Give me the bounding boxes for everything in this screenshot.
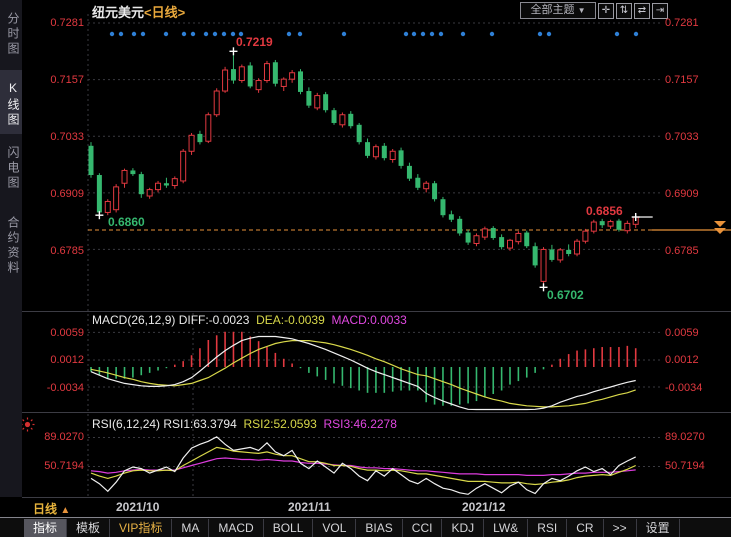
chevron-down-icon: ▼: [578, 6, 586, 15]
y-label-left: 0.6909: [24, 188, 84, 200]
rsi-header: RSI(6,12,24) RSI1:63.3794 RSI2:52.0593 R…: [92, 417, 397, 431]
macd-dea-value: DEA:-0.0039: [256, 313, 325, 327]
toolbar-item-bias[interactable]: BIAS: [356, 519, 402, 537]
toolbar-item-cr[interactable]: CR: [567, 519, 603, 537]
y-label-right: 0.7157: [665, 74, 699, 86]
toolbar-item-rsi[interactable]: RSI: [528, 519, 567, 537]
indicator-toolbar: 指标 模板 VIP指标 MA MACD BOLL VOL BIAS CCI KD…: [0, 517, 731, 537]
zoom-vertical-icon[interactable]: ⇅: [616, 3, 632, 19]
triangle-up-icon: ▲: [60, 505, 70, 516]
y-label-right: 0.6909: [665, 188, 699, 200]
macd-y-label-left: -0.0034: [24, 382, 84, 394]
toolbar-item-vip-indicators[interactable]: VIP指标: [110, 519, 172, 537]
toolbar-item-kdj[interactable]: KDJ: [442, 519, 484, 537]
period-label: 日线: [33, 502, 57, 516]
low-price-annotation: 0.6702: [547, 288, 584, 302]
toolbar-item-templates[interactable]: 模板: [67, 519, 110, 537]
rsi2-value: RSI2:52.0593: [243, 417, 316, 431]
crosshair-icon[interactable]: ✛: [598, 3, 614, 19]
y-label-left: 0.6785: [24, 245, 84, 257]
chart-title: 纽元美元<日线>: [92, 2, 185, 22]
theme-dropdown[interactable]: 全部主题 ▼: [520, 2, 596, 19]
y-label-left: 0.7281: [24, 17, 84, 29]
zoom-horizontal-icon[interactable]: ⇄: [634, 3, 650, 19]
indicator-settings-sun-icon[interactable]: [20, 417, 35, 432]
y-label-left: 0.7033: [24, 131, 84, 143]
x-axis-date: 2021/10: [116, 500, 159, 514]
toolbar-item-macd[interactable]: MACD: [209, 519, 263, 537]
toolbar-item-vol[interactable]: VOL: [313, 519, 356, 537]
sidebar-item-contract-info[interactable]: 合约资料: [0, 208, 22, 284]
chart-canvas[interactable]: [0, 0, 731, 537]
macd-bar-value: MACD:0.0033: [331, 313, 406, 327]
macd-header: MACD(26,12,9) DIFF:-0.0023 DEA:-0.0039 M…: [92, 313, 407, 327]
y-label-right: 0.7033: [665, 131, 699, 143]
macd-y-label-left: 0.0059: [24, 327, 84, 339]
macd-y-label-right: 0.0012: [665, 354, 699, 366]
rsi3-value: RSI3:46.2278: [324, 417, 397, 431]
macd-params-diff: MACD(26,12,9) DIFF:-0.0023: [92, 313, 249, 327]
sidebar-item-lightning-chart[interactable]: 闪电图: [0, 140, 22, 196]
panel-divider: [22, 412, 731, 413]
y-label-right: 0.6785: [665, 245, 699, 257]
y-label-right: 0.7281: [665, 17, 699, 29]
period-tag: <日线>: [144, 5, 185, 20]
symbol-name: 纽元美元: [92, 5, 144, 20]
trading-terminal: 分时图 K线图 闪电图 合约资料 纽元美元<日线> 全部主题 ▼ ✛ ⇅ ⇄ ⇥…: [0, 0, 731, 537]
rsi-y-label-right: 50.7194: [665, 460, 705, 472]
panel-divider: [22, 311, 731, 312]
toolbar-item-more[interactable]: >>: [604, 519, 637, 537]
macd-y-label-left: 0.0012: [24, 354, 84, 366]
theme-dropdown-label: 全部主题: [531, 4, 575, 16]
support-price-annotation: 0.6860: [108, 215, 145, 229]
macd-y-label-right: 0.0059: [665, 327, 699, 339]
x-axis-date: 2021/12: [462, 500, 505, 514]
sidebar-item-time-chart[interactable]: 分时图: [0, 6, 22, 62]
rsi-y-label-left: 89.0270: [16, 431, 84, 443]
rsi-params-rsi1: RSI(6,12,24) RSI1:63.3794: [92, 417, 237, 431]
sidebar-item-kline-chart[interactable]: K线图: [0, 70, 22, 134]
toolbar-item-ma[interactable]: MA: [172, 519, 209, 537]
chart-type-sidebar: 分时图 K线图 闪电图 合约资料: [0, 0, 22, 497]
high-price-annotation: 0.7219: [236, 35, 273, 49]
rsi-y-label-left: 50.7194: [16, 460, 84, 472]
last-price-annotation: 0.6856: [586, 204, 623, 218]
toolbar-item-cci[interactable]: CCI: [403, 519, 443, 537]
toolbar-item-indicators[interactable]: 指标: [24, 519, 67, 537]
toolbar-item-boll[interactable]: BOLL: [264, 519, 314, 537]
macd-y-label-right: -0.0034: [665, 382, 702, 394]
period-selector[interactable]: 日线 ▲: [33, 500, 70, 517]
x-axis-date: 2021/11: [288, 500, 331, 514]
rsi-y-label-right: 89.0270: [665, 431, 705, 443]
toolbar-item-settings[interactable]: 设置: [637, 519, 680, 537]
y-label-left: 0.7157: [24, 74, 84, 86]
toolbar-item-lw[interactable]: LW&: [484, 519, 528, 537]
